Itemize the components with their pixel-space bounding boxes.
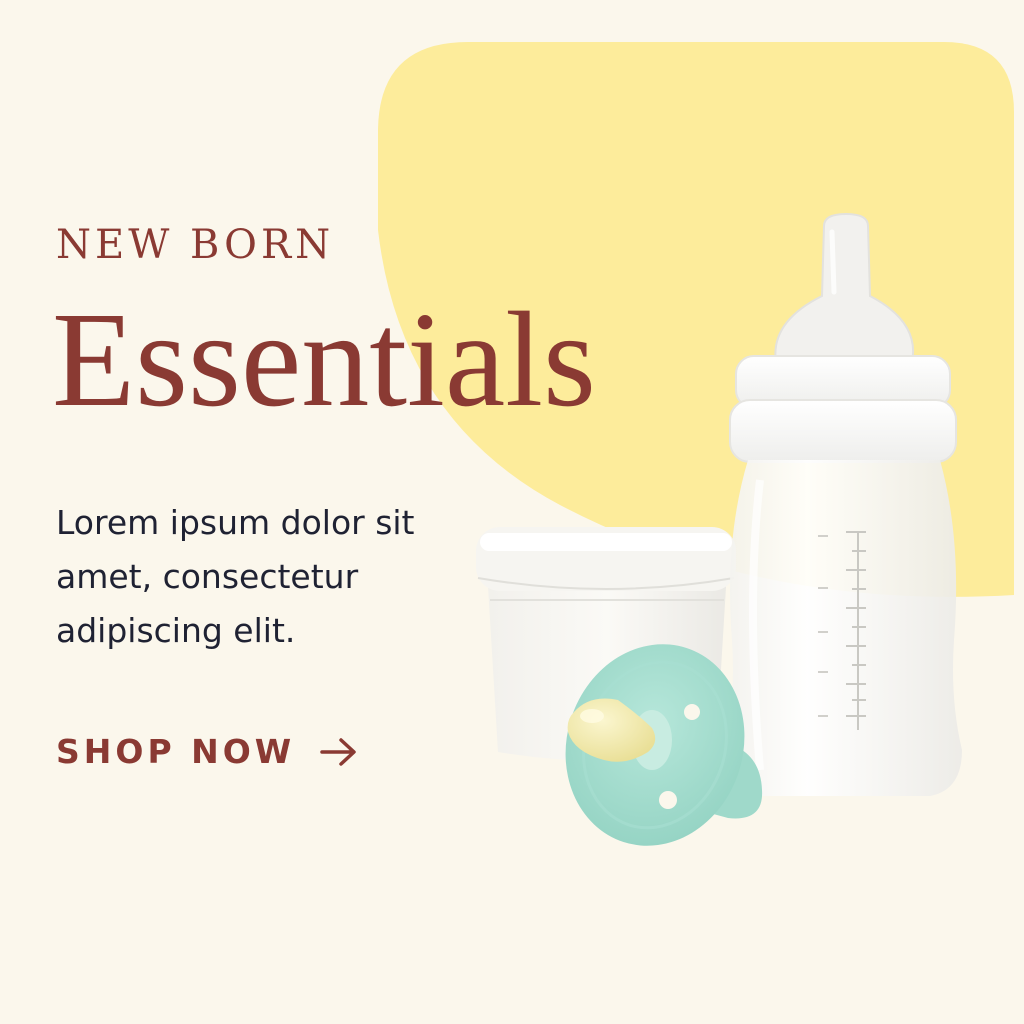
headline: Essentials (52, 285, 596, 435)
body-line: Lorem ipsum dolor sit (56, 503, 415, 542)
promo-banner: NEW BORN Essentials Lorem ipsum dolor si… (0, 0, 1024, 1024)
body-line: adipiscing elit. (56, 611, 296, 650)
shop-now-button[interactable]: SHOP NOW (56, 732, 359, 771)
eyebrow-label: NEW BORN (56, 222, 335, 268)
body-copy: Lorem ipsum dolor sit amet, consectetur … (56, 496, 476, 658)
body-line: amet, consectetur (56, 557, 359, 596)
shop-now-label: SHOP NOW (56, 732, 296, 771)
arrow-right-icon (319, 736, 359, 768)
